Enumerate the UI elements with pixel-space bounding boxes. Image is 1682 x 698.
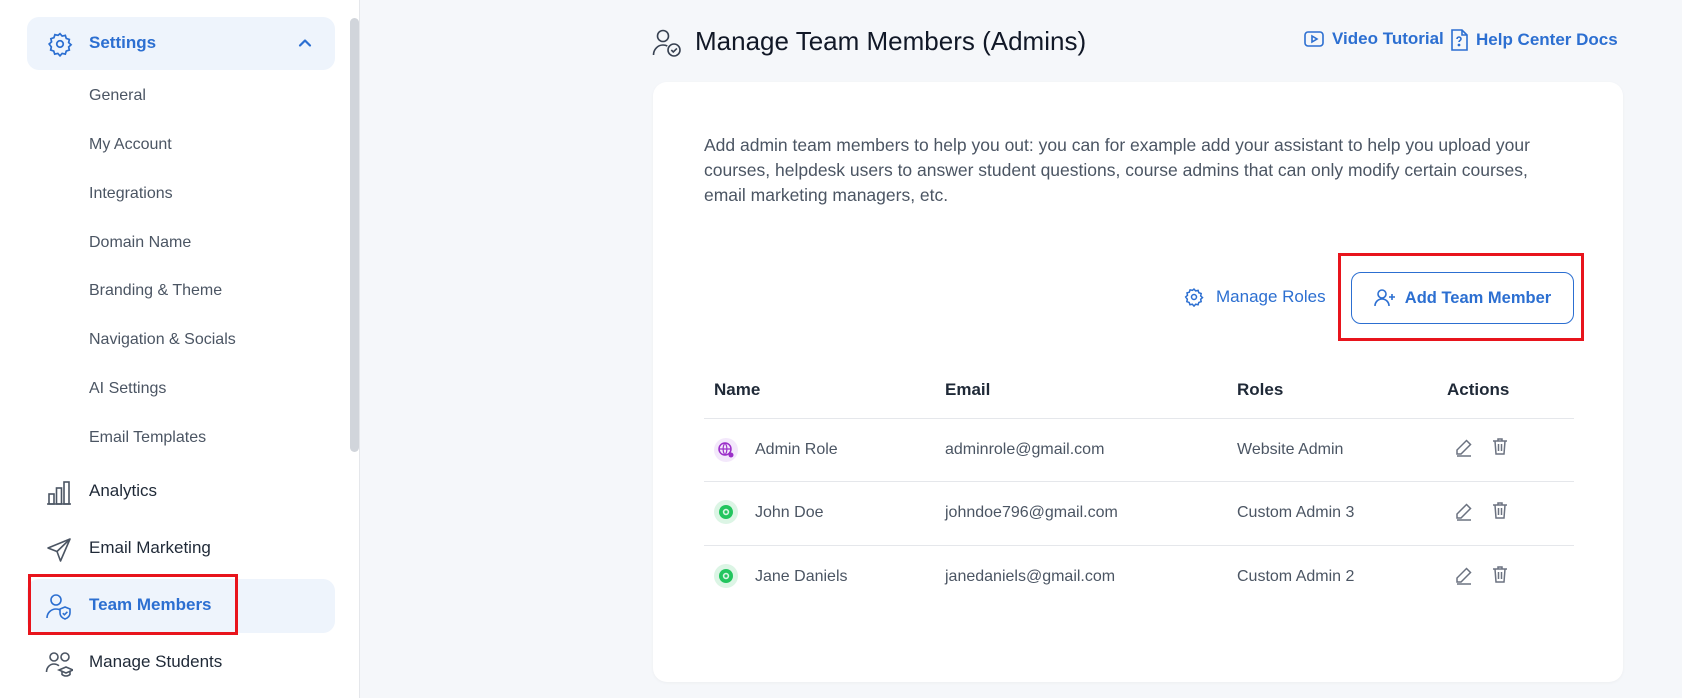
sidebar-item-integrations[interactable]: Integrations xyxy=(89,185,173,203)
sidebar-item-team-members[interactable]: Team Members xyxy=(27,579,335,633)
row-role: Website Admin xyxy=(1237,441,1344,458)
gear-icon xyxy=(48,32,73,57)
help-center-link[interactable]: Help Center Docs xyxy=(1450,29,1618,51)
description-text: Add admin team members to help you out: … xyxy=(704,135,1530,205)
column-header-email: Email xyxy=(945,380,991,399)
row-name: Jane Daniels xyxy=(755,568,848,585)
edit-icon[interactable] xyxy=(1454,437,1474,457)
sidebar-settings-header[interactable]: Settings xyxy=(27,17,335,70)
sidebar-item-email-marketing[interactable]: Email Marketing xyxy=(27,522,335,576)
sidebar-email-marketing-label: Email Marketing xyxy=(89,538,211,557)
user-plus-icon xyxy=(1373,289,1395,307)
manage-roles-button[interactable]: Manage Roles xyxy=(1184,287,1326,307)
row-name: John Doe xyxy=(755,504,824,521)
sidebar-item-analytics[interactable]: Analytics xyxy=(27,465,335,519)
table-divider xyxy=(704,545,1574,546)
sidebar-manage-students-label: Manage Students xyxy=(89,652,223,671)
video-play-icon xyxy=(1304,31,1324,47)
user-shield-icon xyxy=(652,29,681,57)
globe-icon xyxy=(714,438,738,462)
bar-chart-icon xyxy=(47,481,71,505)
add-team-member-button[interactable]: Add Team Member xyxy=(1351,272,1574,324)
edit-icon[interactable] xyxy=(1454,501,1474,521)
table-divider xyxy=(704,418,1574,419)
sidebar-item-general[interactable]: General xyxy=(89,87,146,105)
manage-roles-label: Manage Roles xyxy=(1216,287,1326,306)
add-team-member-label: Add Team Member xyxy=(1404,288,1552,307)
sidebar-item-domain-name[interactable]: Domain Name xyxy=(89,234,191,252)
row-name: Admin Role xyxy=(755,441,838,458)
row-role: Custom Admin 2 xyxy=(1237,568,1355,585)
row-role: Custom Admin 3 xyxy=(1237,504,1355,521)
sidebar-team-members-label: Team Members xyxy=(89,595,212,614)
trash-icon[interactable] xyxy=(1490,500,1510,520)
gear-icon xyxy=(714,500,738,524)
row-email: johndoe796@gmail.com xyxy=(945,504,1118,521)
sidebar-item-navigation-socials[interactable]: Navigation & Socials xyxy=(89,331,236,349)
sidebar-scrollbar[interactable] xyxy=(350,18,359,452)
document-question-icon xyxy=(1451,29,1468,51)
sidebar-analytics-label: Analytics xyxy=(89,481,158,500)
send-icon xyxy=(47,538,71,562)
column-header-name: Name xyxy=(714,380,761,399)
video-tutorial-link[interactable]: Video Tutorial xyxy=(1304,29,1444,49)
sidebar-item-ai-settings[interactable]: AI Settings xyxy=(89,380,166,398)
chevron-up-icon[interactable] xyxy=(297,35,313,51)
edit-icon[interactable] xyxy=(1454,565,1474,585)
gear-icon xyxy=(1184,288,1204,307)
sidebar-item-manage-students[interactable]: Manage Students xyxy=(27,636,335,690)
trash-icon[interactable] xyxy=(1490,564,1510,584)
users-graduation-icon xyxy=(45,652,73,677)
page-title: Manage Team Members (Admins) xyxy=(695,26,1087,56)
column-header-actions: Actions xyxy=(1447,380,1510,399)
row-email: adminrole@gmail.com xyxy=(945,441,1105,458)
row-email: janedaniels@gmail.com xyxy=(945,568,1116,585)
sidebar-item-my-account[interactable]: My Account xyxy=(89,136,172,154)
video-tutorial-label: Video Tutorial xyxy=(1332,29,1444,48)
trash-icon[interactable] xyxy=(1490,436,1510,456)
column-header-roles: Roles xyxy=(1237,380,1284,399)
sidebar-item-email-templates[interactable]: Email Templates xyxy=(89,429,206,447)
gear-icon xyxy=(714,564,738,588)
sidebar-item-branding-theme[interactable]: Branding & Theme xyxy=(89,282,222,300)
sidebar: Settings General My Account Integrations… xyxy=(0,0,360,698)
table-divider xyxy=(704,481,1574,482)
user-shield-icon xyxy=(46,594,71,620)
help-center-label: Help Center Docs xyxy=(1476,30,1618,49)
sidebar-settings-label: Settings xyxy=(89,33,157,52)
